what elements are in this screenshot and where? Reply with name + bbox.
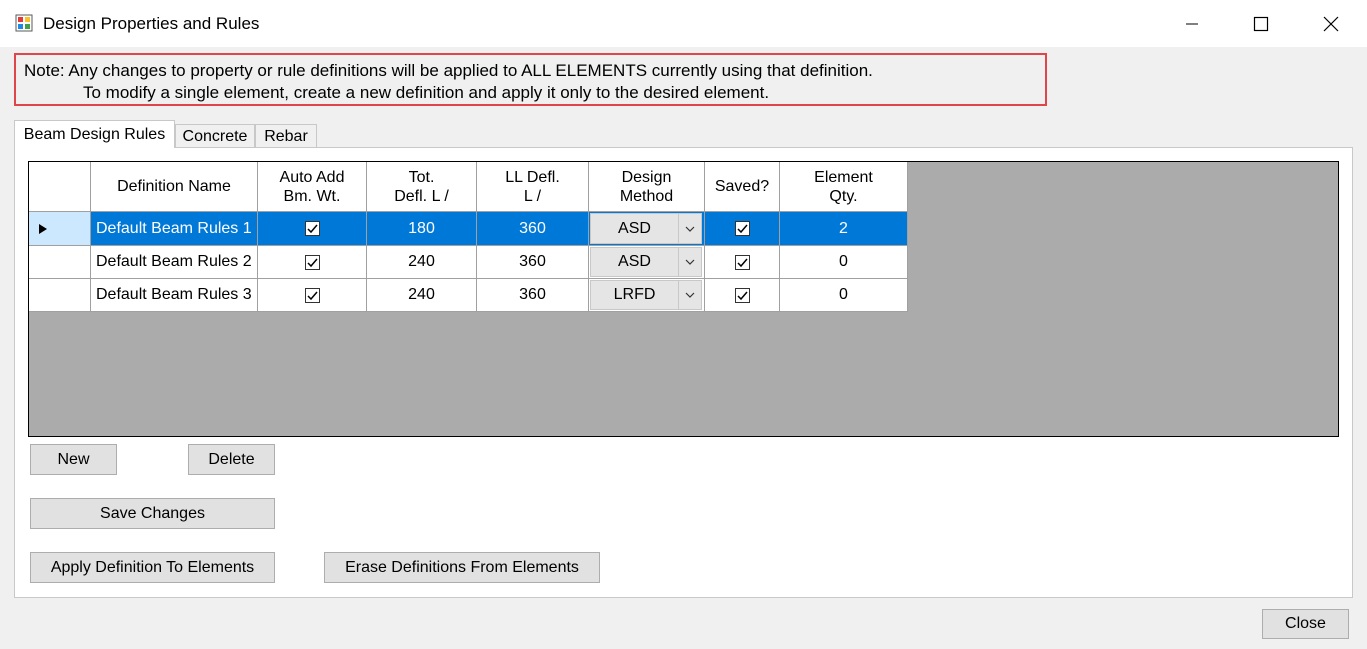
col-header-label-1: Design bbox=[621, 168, 672, 186]
app-window-icon bbox=[15, 14, 33, 32]
chevron-down-icon[interactable] bbox=[678, 248, 701, 276]
new-button[interactable]: New bbox=[30, 444, 117, 475]
col-header-label: Definition Name bbox=[117, 178, 231, 195]
checkmark-icon bbox=[306, 224, 318, 234]
design-method-value: LRFD bbox=[613, 286, 656, 303]
table-row-3-ll-defl[interactable]: 360 bbox=[477, 279, 589, 312]
design-method-select[interactable]: ASD bbox=[590, 213, 702, 244]
saved-checkbox[interactable] bbox=[734, 221, 750, 236]
design-method-select[interactable]: LRFD bbox=[590, 280, 702, 310]
table-row-3-name[interactable]: Default Beam Rules 3 bbox=[91, 279, 258, 312]
table-row-1-tot-defl[interactable]: 180 bbox=[367, 212, 477, 246]
auto-add-checkbox[interactable] bbox=[304, 254, 320, 270]
saved-checkbox[interactable] bbox=[734, 254, 750, 270]
col-header-label-1: Auto Add bbox=[279, 168, 345, 186]
checkmark-icon bbox=[736, 291, 748, 300]
design-method-value: ASD bbox=[618, 253, 651, 270]
row-header-1[interactable] bbox=[29, 212, 91, 246]
chevron-down-icon[interactable] bbox=[678, 214, 701, 243]
table-row-3-qty[interactable]: 0 bbox=[780, 279, 908, 312]
minimize-icon bbox=[1186, 23, 1198, 24]
row-header-3[interactable] bbox=[29, 279, 91, 312]
current-row-arrow-icon bbox=[39, 223, 47, 234]
definitions-grid[interactable]: Definition Name Auto Add Bm. Wt. Tot. De… bbox=[28, 161, 1339, 437]
table-row-3-saved[interactable] bbox=[705, 279, 780, 312]
col-header-ll-defl[interactable]: LL Defl. L / bbox=[477, 162, 589, 212]
table-row-1-name[interactable]: Default Beam Rules 1 bbox=[91, 212, 258, 246]
table-row-2-saved[interactable] bbox=[705, 246, 780, 279]
close-icon bbox=[1323, 16, 1339, 31]
row-header-2[interactable] bbox=[29, 246, 91, 279]
table-row-3-method-cell: LRFD bbox=[589, 279, 705, 312]
checkmark-icon bbox=[306, 258, 318, 267]
note-line-1: Note: Any changes to property or rule de… bbox=[24, 61, 873, 80]
auto-add-checkbox[interactable] bbox=[304, 221, 320, 236]
chevron-down-icon[interactable] bbox=[678, 281, 701, 309]
col-header-label-2: Method bbox=[619, 187, 674, 205]
design-method-select[interactable]: ASD bbox=[590, 247, 702, 277]
close-button[interactable]: Close bbox=[1262, 609, 1349, 639]
maximize-icon bbox=[1253, 16, 1269, 31]
col-header-label: Saved? bbox=[714, 178, 770, 195]
table-row-3-tot-defl[interactable]: 240 bbox=[367, 279, 477, 312]
auto-add-checkbox[interactable] bbox=[304, 287, 320, 303]
col-header-tot-defl[interactable]: Tot. Defl. L / bbox=[367, 162, 477, 212]
checkmark-icon bbox=[736, 224, 748, 234]
col-header-label-2: Qty. bbox=[829, 187, 858, 205]
title-bar: Design Properties and Rules bbox=[0, 0, 1367, 47]
tab-rebar[interactable]: Rebar bbox=[255, 124, 317, 148]
table-row-1-method-cell: ASD bbox=[589, 212, 705, 246]
delete-button[interactable]: Delete bbox=[188, 444, 275, 475]
table-row-3-auto-add[interactable] bbox=[258, 279, 367, 312]
saved-checkbox[interactable] bbox=[734, 287, 750, 303]
table-row-2-qty[interactable]: 0 bbox=[780, 246, 908, 279]
apply-definition-button[interactable]: Apply Definition To Elements bbox=[30, 552, 275, 583]
tab-beam-design-rules[interactable]: Beam Design Rules bbox=[14, 120, 175, 148]
col-header-label-1: Tot. bbox=[408, 168, 435, 186]
col-header-saved[interactable]: Saved? bbox=[705, 162, 780, 212]
col-header-auto-add[interactable]: Auto Add Bm. Wt. bbox=[258, 162, 367, 212]
table-row-1-ll-defl[interactable]: 360 bbox=[477, 212, 589, 246]
table-row-2-ll-defl[interactable]: 360 bbox=[477, 246, 589, 279]
note-line-2: To modify a single element, create a new… bbox=[83, 83, 770, 102]
col-header-label-1: LL Defl. bbox=[505, 168, 560, 186]
tab-concrete[interactable]: Concrete bbox=[175, 124, 255, 148]
table-row-2-auto-add[interactable] bbox=[258, 246, 367, 279]
checkmark-icon bbox=[736, 258, 748, 267]
table-row-1-auto-add[interactable] bbox=[258, 212, 367, 246]
save-changes-button[interactable]: Save Changes bbox=[30, 498, 275, 529]
window-title: Design Properties and Rules bbox=[43, 14, 260, 33]
col-header-definition-name[interactable]: Definition Name bbox=[91, 162, 258, 212]
minimize-button[interactable] bbox=[1157, 0, 1227, 47]
design-method-value: ASD bbox=[618, 219, 651, 237]
table-row-2-name[interactable]: Default Beam Rules 2 bbox=[91, 246, 258, 279]
table-row-2-tot-defl[interactable]: 240 bbox=[367, 246, 477, 279]
table-row-1-saved[interactable] bbox=[705, 212, 780, 246]
maximize-button[interactable] bbox=[1226, 0, 1296, 47]
checkmark-icon bbox=[306, 291, 318, 300]
table-row-2-method-cell: ASD bbox=[589, 246, 705, 279]
col-header-label-2: L / bbox=[523, 187, 542, 205]
col-header-element-qty[interactable]: Element Qty. bbox=[780, 162, 908, 212]
grid-corner-header bbox=[29, 162, 91, 212]
col-header-design-method[interactable]: Design Method bbox=[589, 162, 705, 212]
erase-definitions-button[interactable]: Erase Definitions From Elements bbox=[324, 552, 600, 583]
col-header-label-1: Element bbox=[814, 168, 873, 186]
table-row-1-qty[interactable]: 2 bbox=[780, 212, 908, 246]
col-header-label-2: Bm. Wt. bbox=[283, 187, 341, 205]
note-box: Note: Any changes to property or rule de… bbox=[14, 53, 1047, 106]
col-header-label-2: Defl. L / bbox=[394, 187, 449, 205]
close-window-button[interactable] bbox=[1296, 0, 1366, 47]
